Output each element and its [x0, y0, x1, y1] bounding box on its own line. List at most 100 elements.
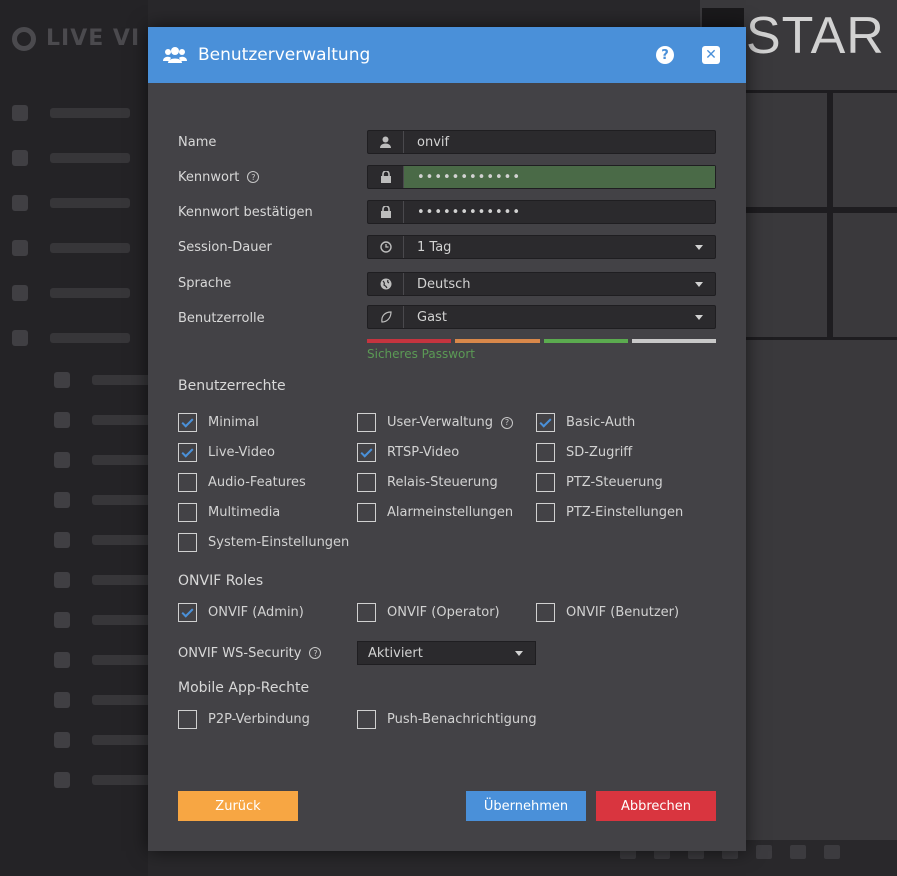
- role-select[interactable]: Gast: [367, 305, 716, 329]
- checkbox-label: SD-Zugriff: [566, 445, 633, 460]
- checkbox-checked-icon[interactable]: [357, 443, 376, 462]
- checkbox-label: Relais-Steuerung: [387, 475, 498, 490]
- check-icon: [181, 415, 194, 428]
- checkbox-relais-steuerung[interactable]: Relais-Steuerung: [357, 473, 498, 492]
- background-nav-subitem: [12, 360, 152, 400]
- checkbox-system-einstellungen[interactable]: System-Einstellungen: [178, 533, 349, 552]
- background-nav-item: [12, 135, 152, 180]
- ws-security-value: Aktiviert: [368, 645, 423, 661]
- background-window-shape: [740, 90, 830, 210]
- users-icon: [162, 42, 188, 68]
- background-app-logo: LIVE VI: [12, 26, 140, 51]
- strength-segment: [631, 339, 716, 343]
- language-value: Deutsch: [417, 276, 471, 292]
- checkbox-checked-icon[interactable]: [178, 413, 197, 432]
- checkbox-label: User-Verwaltung: [387, 415, 493, 430]
- password-value: ••••••••••••: [404, 166, 715, 188]
- checkbox-empty-icon[interactable]: [536, 503, 555, 522]
- checkbox-checked-icon[interactable]: [178, 603, 197, 622]
- checkbox-user-verwaltung[interactable]: User-Verwaltung?: [357, 413, 513, 432]
- checkbox-multimedia[interactable]: Multimedia: [178, 503, 280, 522]
- chevron-down-icon: [695, 281, 703, 287]
- password-label: Kennwort: [178, 169, 240, 185]
- password-help-icon[interactable]: ?: [247, 171, 260, 183]
- language-label: Sprache: [178, 275, 232, 291]
- checkbox-empty-icon[interactable]: [357, 710, 376, 729]
- background-nav-subitem: [12, 600, 152, 640]
- modal-header: Benutzerverwaltung ? ✕: [148, 27, 746, 83]
- modal-title: Benutzerverwaltung: [198, 45, 371, 65]
- lock-icon: [368, 166, 404, 188]
- session-value: 1 Tag: [417, 239, 452, 255]
- confirm-password-field[interactable]: ••••••••••••: [367, 200, 716, 224]
- checkbox-label: Audio-Features: [208, 475, 306, 490]
- checkbox-live-video[interactable]: Live-Video: [178, 443, 275, 462]
- strength-segment: [543, 339, 628, 343]
- checkbox-empty-icon[interactable]: [357, 473, 376, 492]
- password-strength-text: Sicheres Passwort: [367, 347, 476, 361]
- checkbox-onvif-benutzer[interactable]: ONVIF (Benutzer): [536, 603, 679, 622]
- checkbox-empty-icon[interactable]: [178, 710, 197, 729]
- background-sidebar: LIVE VI: [0, 0, 152, 876]
- checkbox-onvif-operator[interactable]: ONVIF (Operator): [357, 603, 500, 622]
- apply-button[interactable]: Übernehmen: [466, 791, 586, 821]
- checkbox-push-benachrichtigung[interactable]: Push-Benachrichtigung: [357, 710, 537, 729]
- lock-icon: [368, 201, 404, 223]
- checkbox-empty-icon[interactable]: [178, 473, 197, 492]
- clock-icon: [368, 236, 404, 258]
- mobile-section-title: Mobile App-Rechte: [178, 680, 310, 696]
- strength-segment: [367, 339, 452, 343]
- session-select[interactable]: 1 Tag: [367, 235, 716, 259]
- name-label: Name: [178, 134, 217, 150]
- back-button[interactable]: Zurück: [178, 791, 298, 821]
- checkbox-empty-icon[interactable]: [536, 443, 555, 462]
- checkbox-empty-icon[interactable]: [357, 413, 376, 432]
- checkbox-label: ONVIF (Benutzer): [566, 605, 680, 620]
- background-window-shape: [740, 210, 830, 340]
- checkbox-rtsp-video[interactable]: RTSP-Video: [357, 443, 459, 462]
- rights-section-title: Benutzerrechte: [178, 378, 286, 394]
- help-icon[interactable]: ?: [501, 416, 513, 429]
- close-icon[interactable]: ✕: [702, 46, 720, 64]
- cancel-button[interactable]: Abbrechen: [596, 791, 716, 821]
- password-strength-meter: [367, 339, 716, 343]
- background-nav-subitem: [12, 640, 152, 680]
- language-select[interactable]: Deutsch: [367, 272, 716, 296]
- confirm-password-label: Kennwort bestätigen: [178, 204, 313, 220]
- ws-security-help-icon[interactable]: ?: [309, 647, 322, 659]
- checkbox-label: System-Einstellungen: [208, 535, 350, 550]
- name-value: onvif: [417, 134, 450, 150]
- onvif-section-title: ONVIF Roles: [178, 573, 264, 589]
- user-management-modal: Benutzerverwaltung ? ✕ Name onvif Kennwo…: [148, 27, 746, 851]
- checkbox-empty-icon[interactable]: [536, 603, 555, 622]
- background-nav-subitem: [12, 680, 152, 720]
- checkbox-label: PTZ-Steuerung: [566, 475, 663, 490]
- checkbox-empty-icon[interactable]: [536, 473, 555, 492]
- background-nav-subitem: [12, 720, 152, 760]
- checkbox-empty-icon[interactable]: [357, 603, 376, 622]
- name-field[interactable]: onvif: [367, 130, 716, 154]
- role-label: Benutzerrolle: [178, 310, 265, 326]
- checkbox-alarmeinstellungen[interactable]: Alarmeinstellungen: [357, 503, 513, 522]
- checkbox-sd-zugriff[interactable]: SD-Zugriff: [536, 443, 632, 462]
- ws-security-select[interactable]: Aktiviert: [357, 641, 536, 665]
- checkbox-audio-features[interactable]: Audio-Features: [178, 473, 306, 492]
- checkbox-empty-icon[interactable]: [178, 503, 197, 522]
- user-icon: [368, 131, 404, 153]
- help-icon[interactable]: ?: [656, 46, 674, 64]
- checkbox-p2p-verbindung[interactable]: P2P-Verbindung: [178, 710, 310, 729]
- checkbox-minimal[interactable]: Minimal: [178, 413, 259, 432]
- checkbox-ptz-einstellungen[interactable]: PTZ-Einstellungen: [536, 503, 683, 522]
- checkbox-checked-icon[interactable]: [178, 443, 197, 462]
- background-nav-subitem: [12, 760, 152, 800]
- check-icon: [539, 415, 552, 428]
- checkbox-checked-icon[interactable]: [536, 413, 555, 432]
- checkbox-label: Alarmeinstellungen: [387, 505, 514, 520]
- checkbox-basic-auth[interactable]: Basic-Auth: [536, 413, 635, 432]
- checkbox-ptz-steuerung[interactable]: PTZ-Steuerung: [536, 473, 663, 492]
- checkbox-onvif-admin[interactable]: ONVIF (Admin): [178, 603, 304, 622]
- checkbox-label: Basic-Auth: [566, 415, 636, 430]
- checkbox-empty-icon[interactable]: [357, 503, 376, 522]
- checkbox-empty-icon[interactable]: [178, 533, 197, 552]
- password-field[interactable]: ••••••••••••: [367, 165, 716, 189]
